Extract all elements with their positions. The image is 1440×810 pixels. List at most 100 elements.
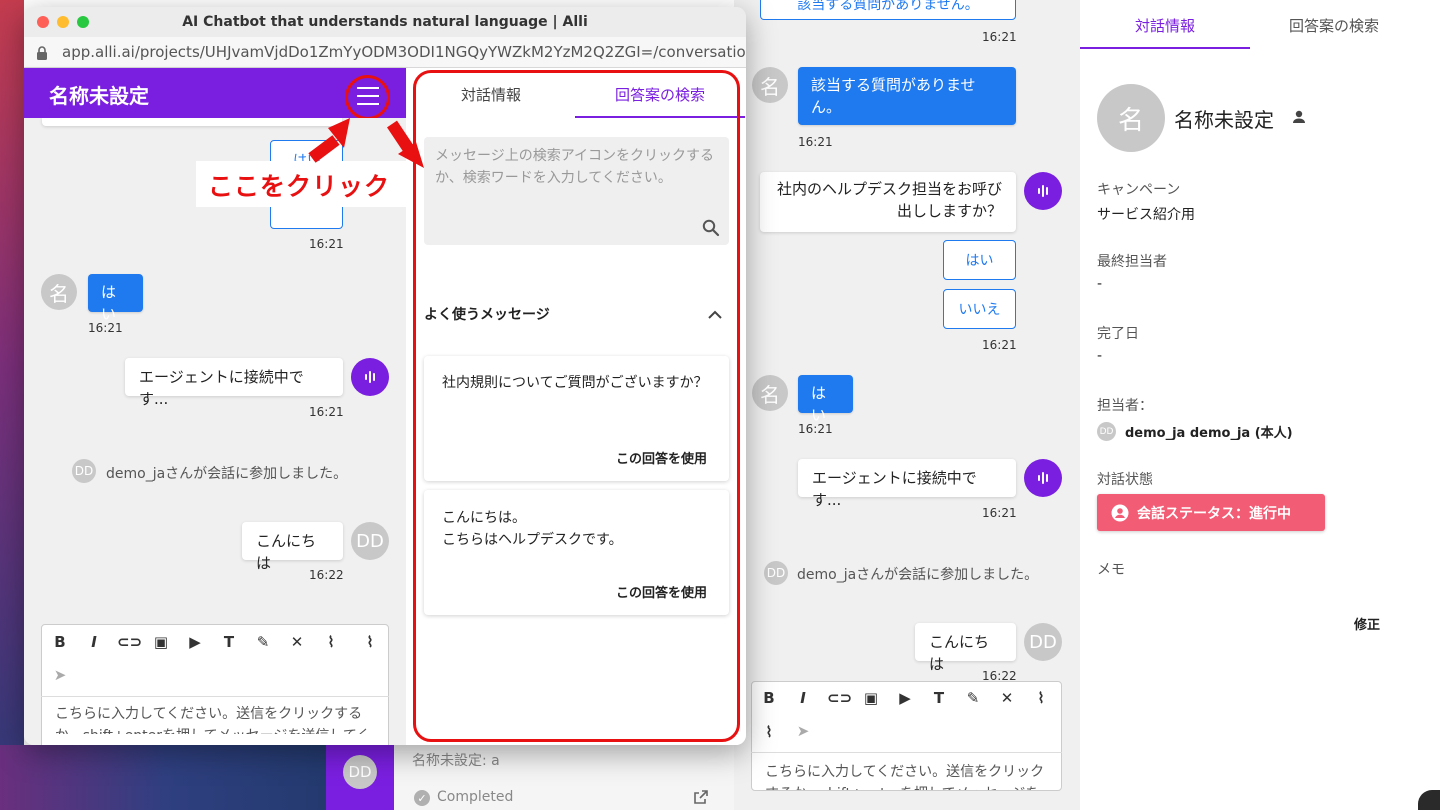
tab-conversation-info[interactable]: 対話情報 xyxy=(1080,15,1250,36)
image-icon[interactable]: ▣ xyxy=(861,689,881,707)
editor-divider xyxy=(751,752,1062,753)
timestamp: 16:21 xyxy=(309,405,344,419)
page-title: 名称未設定 xyxy=(49,84,149,108)
image-icon[interactable]: ▣ xyxy=(151,633,171,651)
address-bar[interactable]: app.alli.ai/projects/UHJvamVjdDo1ZmYyODM… xyxy=(24,37,746,68)
bot-avatar xyxy=(1024,172,1062,210)
lock-icon xyxy=(36,45,48,60)
timestamp: 16:21 xyxy=(309,237,344,251)
desktop-corner xyxy=(1418,790,1440,810)
bot-logo-icon xyxy=(1038,185,1048,197)
last-agent-label: 最終担当者 xyxy=(1097,254,1167,270)
bot-message-line: 出ししますか？ xyxy=(896,201,1002,220)
bg-editor-placeholder[interactable]: こちらに入力してください。送信をクリックするか、shift+enterを押してメ… xyxy=(765,762,1052,790)
customer-name: 名称未設定 xyxy=(1174,108,1274,132)
link-icon[interactable]: ⊂⊃ xyxy=(827,689,852,707)
attachment-icon[interactable]: ⌇ xyxy=(321,633,341,651)
status-label: 対話状態 xyxy=(1097,472,1153,488)
timestamp: 16:21 xyxy=(798,135,833,149)
annotation-frame xyxy=(413,70,740,742)
bg-nav-avatar[interactable]: DD xyxy=(343,755,377,789)
window-minimize-button[interactable] xyxy=(57,16,69,28)
eyedropper-icon[interactable]: ✎ xyxy=(253,633,273,651)
user-icon[interactable] xyxy=(1291,109,1307,129)
agent-avatar: DD xyxy=(1024,623,1062,661)
completed-date-label: 完了日 xyxy=(1097,326,1139,342)
bot-message-line: 社内のヘルプデスク担当をお呼び xyxy=(776,180,1002,198)
clear-format-icon[interactable]: ✕ xyxy=(287,633,307,651)
bot-logo-icon xyxy=(1038,472,1048,484)
clear-format-icon[interactable]: ✕ xyxy=(997,689,1017,707)
agent-avatar-small: DD xyxy=(764,561,788,585)
attachment-icon[interactable]: ⌇ xyxy=(1031,689,1051,707)
bg-list-item-label[interactable]: 名称未設定: a xyxy=(412,750,500,770)
desktop-right-edge xyxy=(1418,0,1440,810)
agent-message: こんにちは xyxy=(915,623,1016,673)
window-titlebar: AI Chatbot that understands natural lang… xyxy=(24,7,746,37)
user-message: 該当する質問がありませ ん。 xyxy=(798,67,1016,125)
status-badge[interactable]: 会話ステータス：進行中 xyxy=(1097,494,1325,531)
status-badge-label: 会話ステータス：進行中 xyxy=(1137,505,1291,522)
quick-reply-no[interactable]: いいえ xyxy=(943,289,1016,329)
attachment-icon[interactable]: ⌇ xyxy=(759,723,779,741)
edit-memo-button[interactable]: 修正 xyxy=(1354,614,1380,633)
campaign-value: サービス紹介用 xyxy=(1097,207,1195,223)
bg-completed-label: Completed xyxy=(437,789,514,805)
bot-avatar xyxy=(351,358,389,396)
assignee-avatar: DD xyxy=(1097,422,1116,441)
user-message: はい xyxy=(798,375,853,424)
account-circle-icon xyxy=(1111,504,1129,521)
user-avatar: 名 xyxy=(752,67,788,103)
arrow-annotation xyxy=(308,118,424,168)
bot-logo-icon xyxy=(365,371,375,383)
agent-avatar-small: DD xyxy=(72,459,96,483)
timestamp: 16:21 xyxy=(798,422,833,436)
desktop-wallpaper-bottom xyxy=(0,745,330,810)
bg-partial-quick-reply[interactable]: 該当する質問がありません。 xyxy=(760,0,1016,20)
italic-icon[interactable]: I xyxy=(793,689,813,707)
user-avatar: 名 xyxy=(752,375,788,411)
editor-divider xyxy=(41,696,389,697)
timestamp: 16:21 xyxy=(982,506,1017,520)
attachment-icon[interactable]: ⌇ xyxy=(360,633,380,651)
tab-indicator xyxy=(1080,47,1250,49)
eyedropper-icon[interactable]: ✎ xyxy=(963,689,983,707)
timestamp: 16:21 xyxy=(982,30,1017,44)
timestamp: 16:22 xyxy=(309,568,344,582)
window-close-button[interactable] xyxy=(37,16,49,28)
bold-icon[interactable]: B xyxy=(50,633,70,651)
bot-avatar xyxy=(1024,459,1062,497)
popup-chat-area: はい 16:21 名 はい 16:21 エージェントに接続中です... 16:2… xyxy=(24,118,406,745)
editor-placeholder[interactable]: こちらに入力してください。送信をクリックするか、shift+enterを押してメ… xyxy=(55,704,375,734)
italic-icon[interactable]: I xyxy=(84,633,104,651)
agent-avatar: DD xyxy=(351,522,389,560)
text-size-icon[interactable]: T xyxy=(929,689,949,707)
user-message: はい xyxy=(88,274,143,323)
memo-label: メモ xyxy=(1097,562,1125,578)
video-icon[interactable]: ▶ xyxy=(895,689,915,707)
assignee-value: demo_ja demo_ja (本人) xyxy=(1125,426,1293,441)
desktop-wallpaper-left xyxy=(0,0,24,810)
user-avatar: 名 xyxy=(41,274,77,310)
system-message: demo_jaさんが会話に参加しました。 xyxy=(106,466,348,482)
check-circle-icon: ✓ xyxy=(414,790,430,806)
quick-reply-yes[interactable]: はい xyxy=(943,240,1016,280)
send-icon[interactable]: ➤ xyxy=(793,722,813,740)
timestamp: 16:21 xyxy=(88,321,123,335)
partial-message xyxy=(42,118,342,126)
customer-avatar: 名 xyxy=(1097,84,1165,152)
timestamp: 16:21 xyxy=(982,338,1017,352)
system-message: demo_jaさんが会話に参加しました。 xyxy=(797,567,1039,583)
video-icon[interactable]: ▶ xyxy=(185,633,205,651)
text-size-icon[interactable]: T xyxy=(219,633,239,651)
bold-icon[interactable]: B xyxy=(759,689,779,707)
tab-answer-search[interactable]: 回答案の検索 xyxy=(1250,15,1418,36)
campaign-label: キャンペーン xyxy=(1097,182,1181,198)
link-icon[interactable]: ⊂⊃ xyxy=(117,633,142,651)
completed-date-value: - xyxy=(1097,348,1103,364)
address-url: app.alli.ai/projects/UHJvamVjdDo1ZmYyODM… xyxy=(62,43,746,61)
send-icon[interactable]: ➤ xyxy=(50,666,70,684)
last-agent-value: - xyxy=(1097,276,1103,292)
window-zoom-button[interactable] xyxy=(77,16,89,28)
open-external-icon[interactable] xyxy=(693,789,709,809)
